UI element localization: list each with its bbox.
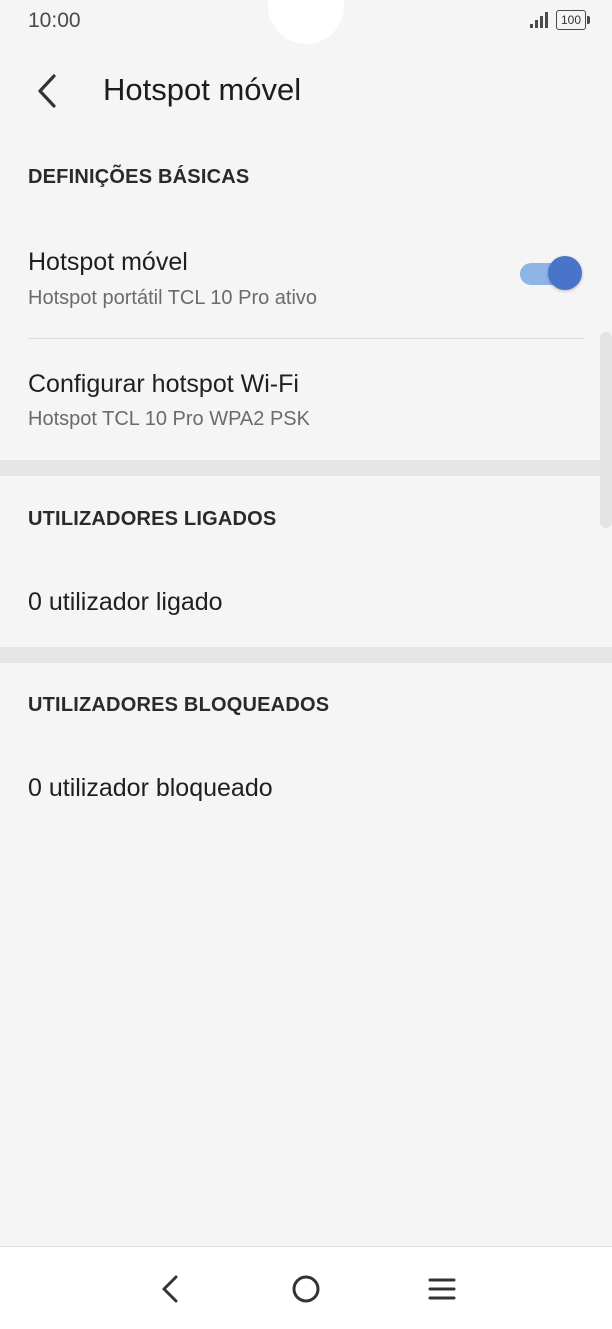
- toggle-thumb: [548, 256, 582, 290]
- nav-menu-icon: [428, 1278, 456, 1300]
- hotspot-subtitle: Hotspot portátil TCL 10 Pro ativo: [28, 287, 318, 309]
- configure-hotspot-title: Configurar hotspot Wi-Fi: [28, 370, 299, 398]
- section-separator: [0, 647, 612, 663]
- blocked-users-row[interactable]: 0 utilizador bloqueado: [0, 758, 612, 822]
- nav-back-button[interactable]: [150, 1269, 190, 1309]
- nav-back-icon: [162, 1275, 178, 1303]
- nav-home-button[interactable]: [286, 1269, 326, 1309]
- divider: [28, 338, 584, 339]
- hotspot-title: Hotspot móvel: [28, 248, 188, 276]
- connected-users-text: 0 utilizador ligado: [28, 588, 223, 616]
- camera-notch: [268, 0, 344, 44]
- connected-users-row[interactable]: 0 utilizador ligado: [0, 572, 612, 636]
- nav-menu-button[interactable]: [422, 1269, 462, 1309]
- scrollbar[interactable]: [600, 332, 612, 528]
- section-header-blocked: UTILIZADORES BLOQUEADOS: [28, 694, 330, 716]
- configure-hotspot-subtitle: Hotspot TCL 10 Pro WPA2 PSK: [28, 408, 310, 430]
- back-button[interactable]: [28, 66, 72, 116]
- section-separator: [0, 460, 612, 476]
- app-header: Hotspot móvel: [0, 56, 612, 128]
- hotspot-toggle[interactable]: [520, 256, 582, 292]
- section-header-basic: DEFINIÇÕES BÁSICAS: [28, 166, 250, 188]
- navigation-bar: [0, 1246, 612, 1329]
- status-time: 10:00: [28, 9, 81, 32]
- arrow-back-icon: [38, 74, 56, 108]
- section-header-connected: UTILIZADORES LIGADOS: [28, 508, 277, 530]
- status-icons: 100: [529, 10, 591, 30]
- hotspot-row[interactable]: Hotspot móvel Hotspot portátil TCL 10 Pr…: [0, 236, 612, 336]
- status-bar: 10:00 100: [0, 0, 612, 44]
- nav-home-icon: [292, 1275, 320, 1303]
- signal-icon: [529, 12, 548, 28]
- configure-hotspot-row[interactable]: Configurar hotspot Wi-Fi Hotspot TCL 10 …: [0, 358, 612, 458]
- blocked-users-text: 0 utilizador bloqueado: [28, 774, 273, 802]
- battery-level: 100: [560, 13, 581, 27]
- battery-icon: 100: [555, 10, 591, 30]
- page-title: Hotspot móvel: [103, 72, 302, 107]
